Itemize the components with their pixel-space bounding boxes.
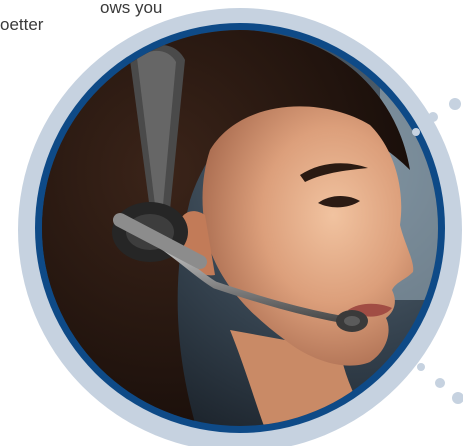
headset-agent-photo <box>18 8 463 446</box>
decorative-dots-bottom <box>417 363 463 404</box>
page: ows you oetter <box>0 0 463 446</box>
